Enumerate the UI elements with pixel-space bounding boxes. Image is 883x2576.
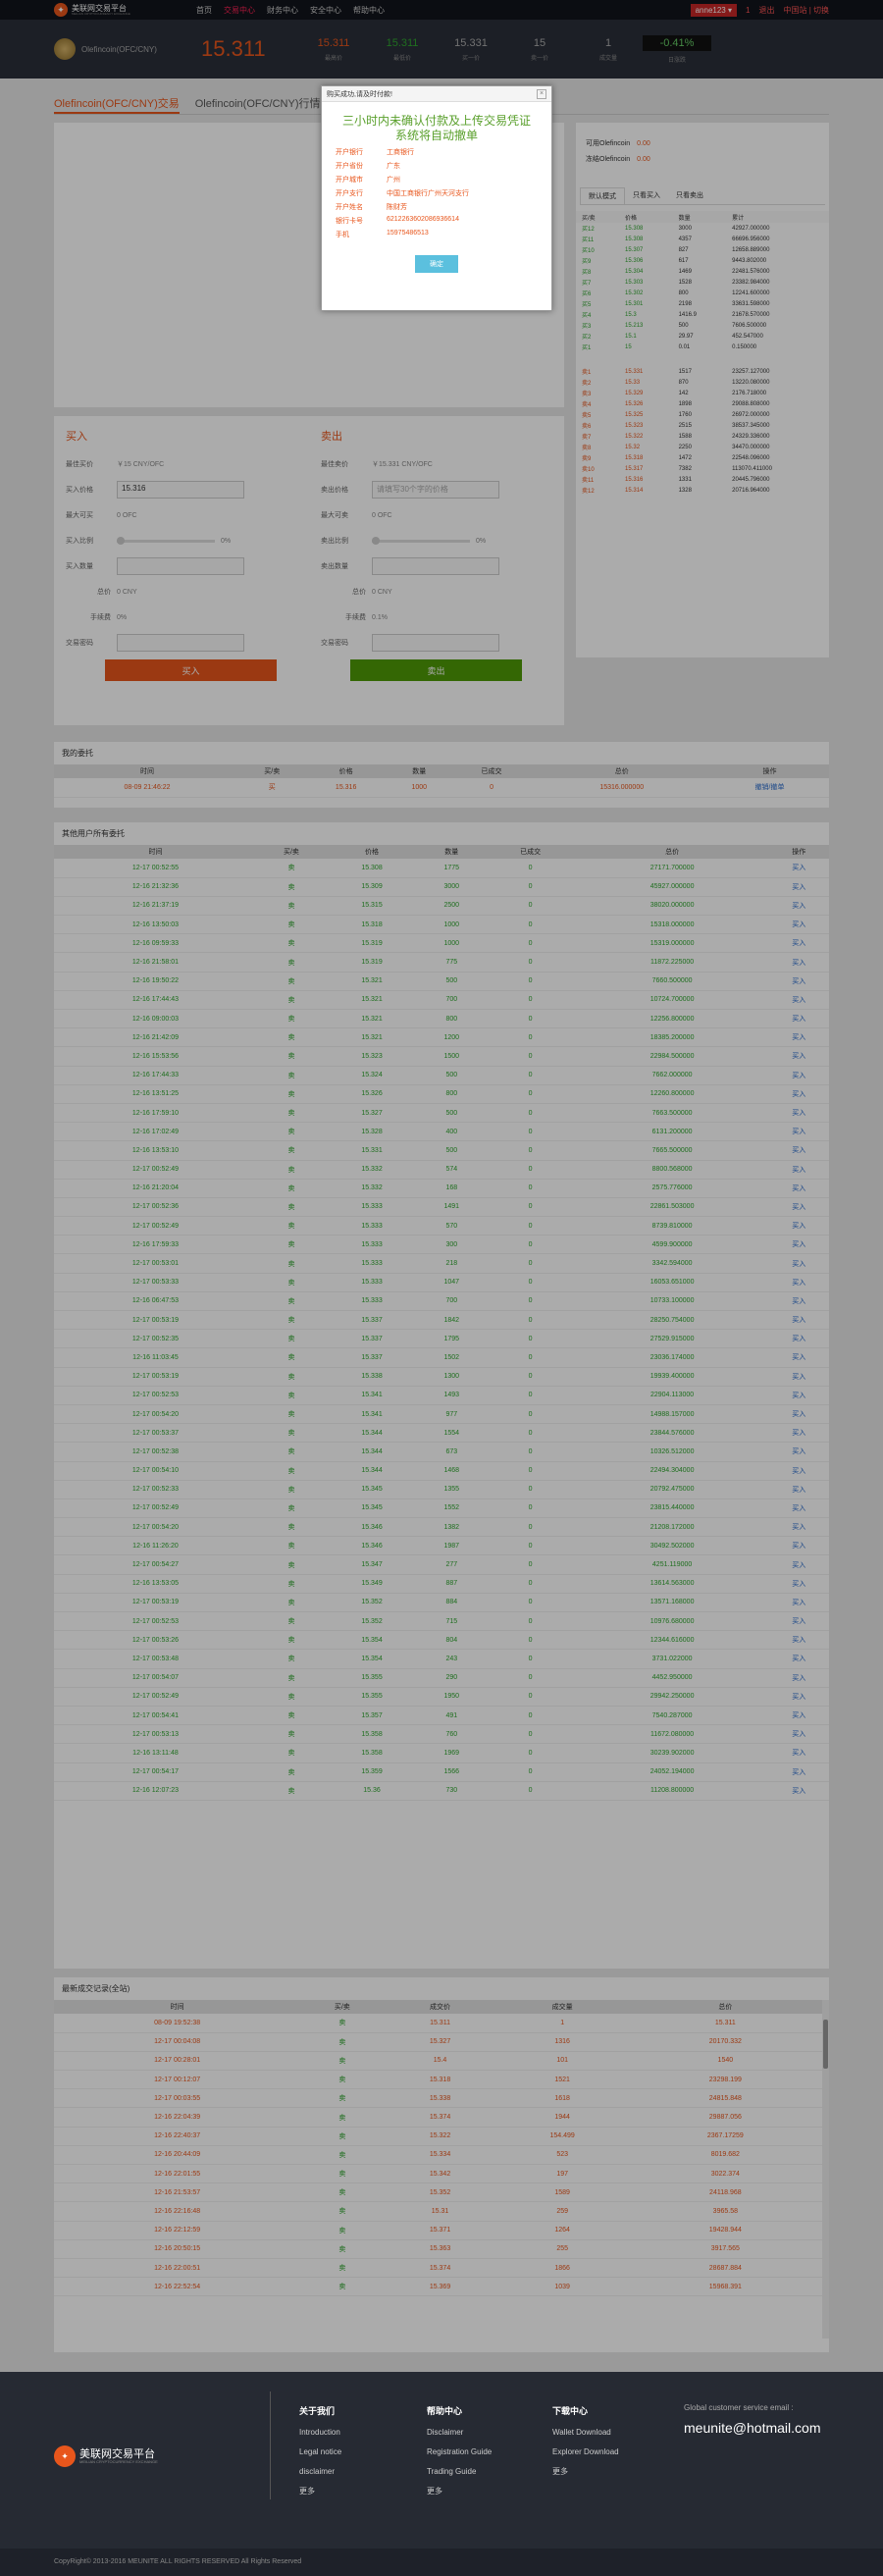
footer-logo-text: 美联网交易平台 — [79, 2447, 155, 2460]
footer-contact: Global customer service email : meunite@… — [684, 2403, 821, 2436]
bank-info-row: 手机 15975486513 — [322, 228, 551, 241]
footer-link[interactable]: Legal notice — [299, 2443, 341, 2462]
footer-link[interactable]: 更多 — [552, 2462, 619, 2482]
bank-info-key: 开户省份 — [336, 163, 363, 170]
footer-link[interactable]: 更多 — [427, 2482, 492, 2501]
service-email[interactable]: meunite@hotmail.com — [684, 2420, 821, 2436]
footer: ✦ 美联网交易平台 MEILIAN CRYPTOCURRENCY EXCHANGE… — [0, 2372, 883, 2576]
bank-info-row: 开户姓名 陈财芳 — [322, 200, 551, 214]
bank-info-value: 6212263602086936614 — [387, 216, 459, 223]
service-email-label: Global customer service email : — [684, 2403, 794, 2412]
footer-col-heading: 下载中心 — [552, 2406, 589, 2416]
bank-info-row: 开户支行 中国工商银行广州天河支行 — [322, 186, 551, 200]
bank-info-row: 开户银行 工商银行 — [322, 145, 551, 159]
bank-info-key: 开户支行 — [336, 190, 363, 197]
bank-info-key: 开户姓名 — [336, 204, 363, 211]
bank-info-list: 开户银行 工商银行开户省份 广东开户城市 广州开户支行 中国工商银行广州天河支行开户姓名… — [322, 145, 551, 241]
bank-info-value: 中国工商银行广州天河支行 — [387, 190, 469, 197]
bank-info-row: 银行卡号 6212263602086936614 — [322, 214, 551, 228]
footer-link[interactable]: Wallet Download — [552, 2423, 619, 2443]
bank-info-key: 银行卡号 — [336, 218, 363, 225]
footer-col-heading: 帮助中心 — [427, 2406, 463, 2416]
footer-link[interactable]: Registration Guide — [427, 2443, 492, 2462]
bank-info-value: 广州 — [387, 177, 400, 184]
footer-col-heading: 关于我们 — [299, 2406, 336, 2416]
modal-title: 购买成功,请及时付款! — [327, 90, 392, 98]
footer-col-help: 帮助中心 Disclaimer Registration Guide Trading … — [427, 2401, 492, 2501]
footer-logo: ✦ 美联网交易平台 MEILIAN CRYPTOCURRENCY EXCHANGE — [54, 2445, 158, 2467]
bank-info-value: 广东 — [387, 163, 400, 170]
footer-divider — [270, 2392, 271, 2499]
footer-link[interactable]: Disclaimer — [427, 2423, 492, 2443]
footer-link[interactable]: disclaimer — [299, 2462, 341, 2482]
modal-notice: 三小时内未确认付款及上传交易凭证系统将自动撤单 — [341, 114, 531, 142]
footer-col-about: 关于我们 Introduction Legal notice disclaimer 更多 — [299, 2401, 341, 2501]
bank-info-key: 开户城市 — [336, 177, 363, 184]
footer-link[interactable]: Explorer Download — [552, 2443, 619, 2462]
bank-info-value: 15975486513 — [387, 230, 429, 237]
bank-info-key: 手机 — [336, 232, 349, 238]
bank-info-row: 开户城市 广州 — [322, 173, 551, 186]
payment-modal: 购买成功,请及时付款! × 三小时内未确认付款及上传交易凭证系统将自动撤单 开户… — [321, 85, 552, 311]
bank-info-value: 陈财芳 — [387, 204, 407, 211]
bank-info-value: 工商银行 — [387, 149, 414, 156]
footer-logo-subtext: MEILIAN CRYPTOCURRENCY EXCHANGE — [79, 2458, 158, 2464]
bank-info-key: 开户银行 — [336, 149, 363, 156]
modal-close-button[interactable]: × — [537, 88, 546, 99]
modal-confirm-button[interactable]: 确定 — [415, 255, 458, 273]
footer-link[interactable]: Trading Guide — [427, 2462, 492, 2482]
footer-link[interactable]: Introduction — [299, 2423, 341, 2443]
copyright: CopyRight© 2013-2016 MEUNITE ALL RIGHTS … — [0, 2549, 883, 2576]
modal-backdrop[interactable] — [0, 0, 883, 2576]
footer-col-download: 下载中心 Wallet Download Explorer Download 更多 — [552, 2401, 619, 2482]
footer-link[interactable]: 更多 — [299, 2482, 341, 2501]
bank-info-row: 开户省份 广东 — [322, 159, 551, 173]
footer-logo-icon: ✦ — [54, 2445, 76, 2467]
